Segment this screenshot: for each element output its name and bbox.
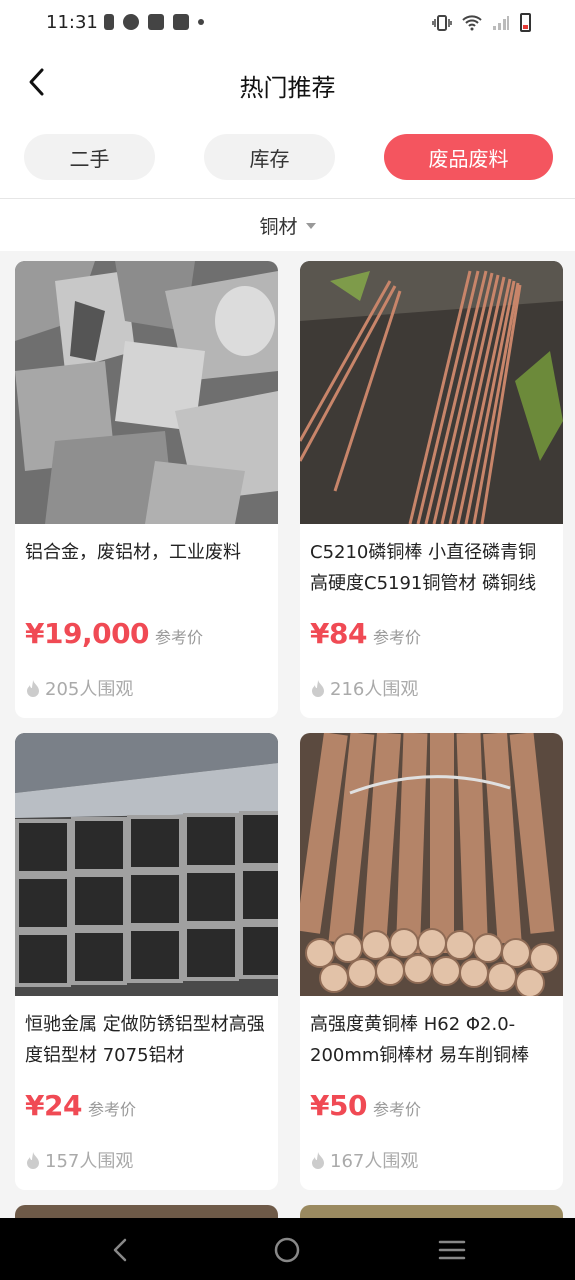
tab-inventory[interactable]: 库存 (204, 134, 335, 180)
filter-label: 铜材 (259, 215, 298, 238)
price-note: 参考价 (372, 628, 421, 647)
system-icons (432, 13, 531, 32)
view-count: 157人围观 (25, 1147, 133, 1173)
signal-icon (493, 15, 509, 30)
tab-scrap[interactable]: 废品废料 (384, 134, 553, 180)
page-title: 热门推荐 (239, 74, 336, 102)
product-price: ¥24 (25, 1089, 82, 1122)
product-title: 恒驰金属 定做防锈铝型材高强度铝型材 7075铝材 (25, 1014, 265, 1066)
product-image (300, 261, 563, 524)
app-icon (123, 14, 139, 30)
view-count-text: 157人围观 (45, 1151, 134, 1172)
view-count-text: 167人围观 (330, 1151, 419, 1172)
product-card[interactable]: 恒驰金属 定做防锈铝型材高强度铝型材 7075铝材 ¥24 参考价 157人围观 (15, 733, 278, 1190)
notification-icons (104, 14, 204, 30)
view-count: 205人围观 (25, 675, 133, 701)
product-card[interactable]: C5210磷铜棒 小直径磷青铜 高硬度C5191铜管材 磷铜线 ¥84 参考价 … (300, 261, 563, 718)
product-image (300, 733, 563, 996)
product-card[interactable]: 铝合金，废铝材，工业废料 ¥19,000 参考价 205人围观 (15, 261, 278, 718)
product-card[interactable]: 高强度黄铜棒 H62 Φ2.0-200mm铜棒材 易车削铜棒 ¥50 参考价 1… (300, 733, 563, 1190)
alert-icon (104, 14, 114, 30)
flame-icon (312, 1152, 324, 1169)
more-dot-icon (198, 19, 204, 25)
product-price: ¥84 (310, 617, 367, 650)
tab-second-hand[interactable]: 二手 (24, 134, 155, 180)
view-count-text: 216人围观 (330, 679, 419, 700)
price-note: 参考价 (87, 1100, 136, 1119)
product-title: 高强度黄铜棒 H62 Φ2.0-200mm铜棒材 易车削铜棒 (310, 1014, 530, 1066)
price-row: ¥84 参考价 (310, 617, 421, 650)
flame-icon (27, 1152, 39, 1169)
mail-icon (148, 14, 164, 30)
view-count-text: 205人围观 (45, 679, 134, 700)
price-row: ¥19,000 参考价 (25, 617, 203, 650)
vibrate-icon (432, 14, 452, 31)
price-note: 参考价 (372, 1100, 421, 1119)
product-price: ¥50 (310, 1089, 367, 1122)
nav-recents-button[interactable] (432, 1230, 472, 1270)
product-image (15, 261, 278, 524)
caret-down-icon (305, 223, 316, 229)
category-tabs: 二手 库存 废品废料 (0, 118, 575, 199)
menu-lines-icon (438, 1240, 466, 1260)
battery-icon (520, 13, 531, 32)
product-title: C5210磷铜棒 小直径磷青铜 高硬度C5191铜管材 磷铜线 (310, 542, 537, 594)
price-note: 参考价 (155, 628, 204, 647)
status-bar: 11:31 (0, 0, 575, 48)
price-row: ¥50 参考价 (310, 1089, 421, 1122)
material-filter[interactable]: 铜材 (0, 199, 575, 251)
status-time: 11:31 (46, 12, 98, 33)
product-price: ¥19,000 (25, 617, 150, 650)
flame-icon (312, 680, 324, 697)
product-image (15, 733, 278, 996)
flame-icon (27, 680, 39, 697)
view-count: 216人围观 (310, 675, 418, 701)
nav-home-button[interactable] (267, 1230, 307, 1270)
back-triangle-icon (113, 1238, 127, 1262)
system-nav-bar (0, 1218, 575, 1280)
view-count: 167人围观 (310, 1147, 418, 1173)
product-title: 铝合金，废铝材，工业废料 (25, 542, 241, 563)
home-circle-icon (274, 1237, 300, 1263)
header: 热门推荐 (0, 48, 575, 118)
wifi-icon (462, 14, 482, 30)
mail-icon (173, 14, 189, 30)
nav-back-button[interactable] (100, 1230, 140, 1270)
price-row: ¥24 参考价 (25, 1089, 136, 1122)
